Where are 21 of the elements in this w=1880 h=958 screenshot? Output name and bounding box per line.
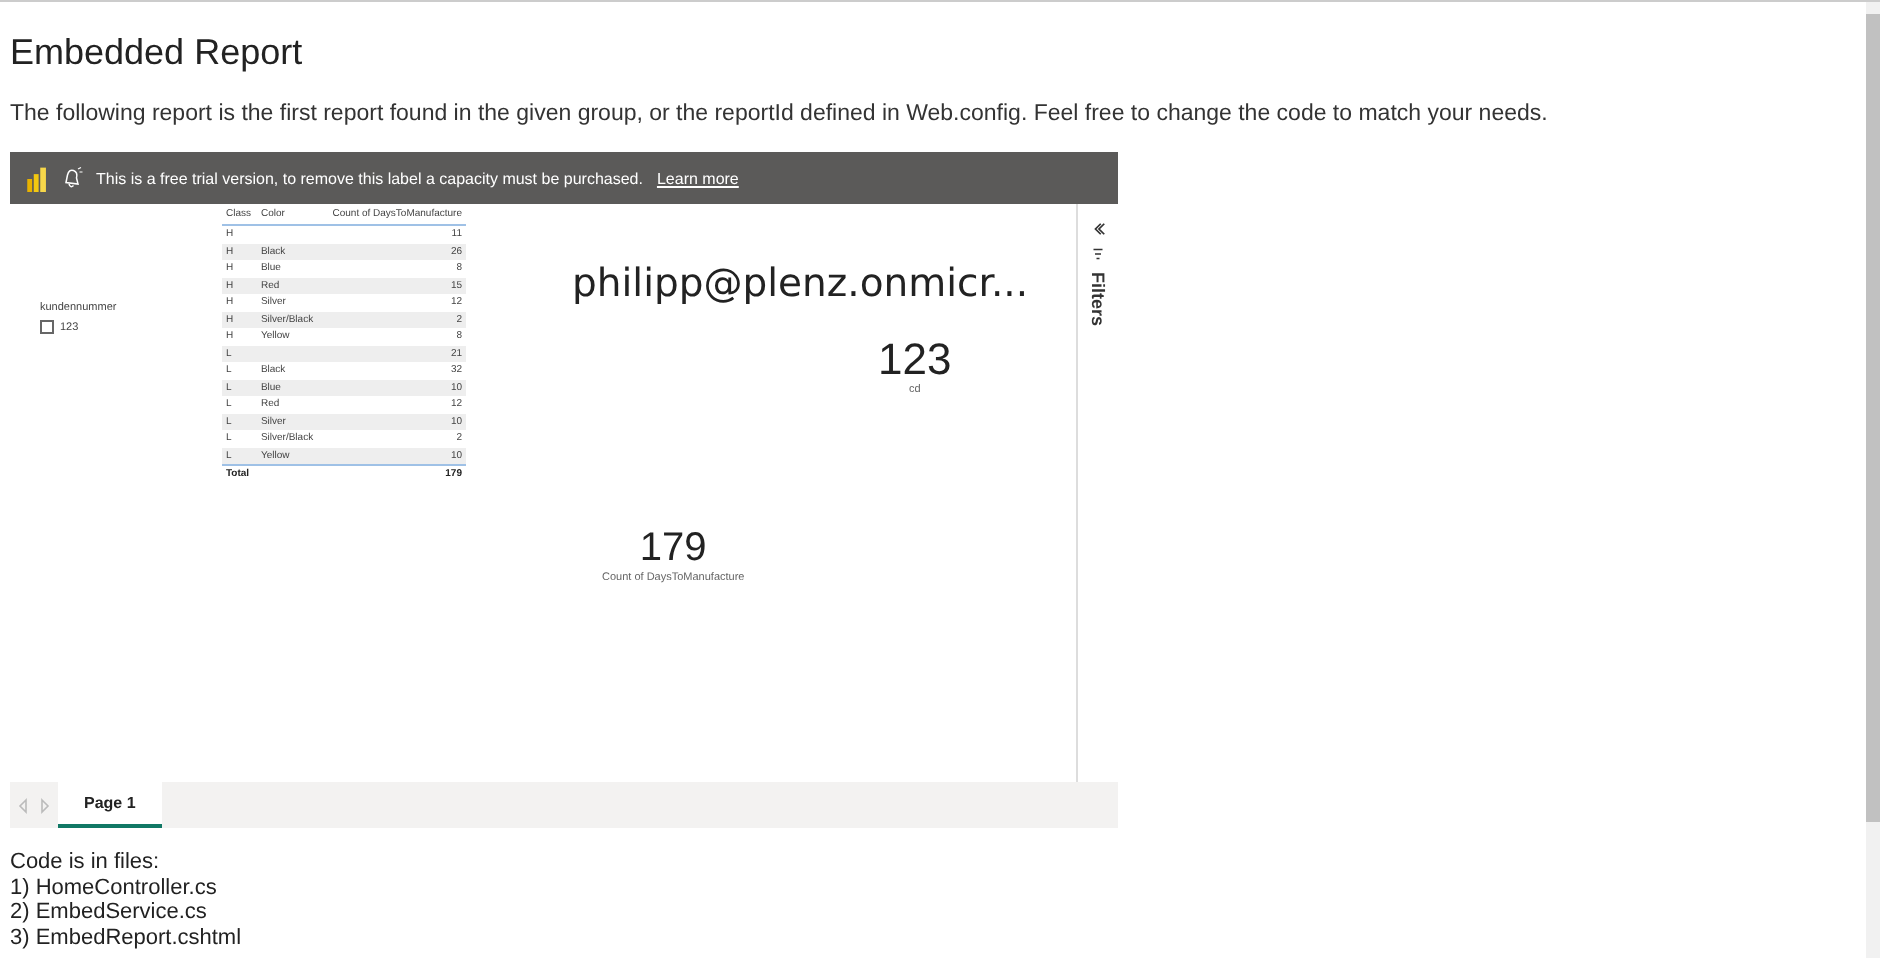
page-title: Embedded Report (10, 30, 305, 74)
collapse-icon[interactable] (1091, 222, 1105, 236)
scrollbar[interactable] (1866, 2, 1880, 958)
footer-text: 3) EmbedReport.cshtml (10, 925, 244, 950)
banner-message: This is a free trial version, to remove this label a capacity must be purchased. (96, 169, 643, 187)
footer-text: 2) EmbedService.cs (10, 900, 209, 925)
filter-icon (1092, 248, 1104, 260)
chart-logo-icon (26, 165, 48, 191)
card-value: philipp@plenz.onmicr... (572, 260, 1029, 306)
footer-text: 1) HomeController.cs (10, 875, 219, 900)
bell-icon (60, 166, 84, 190)
intro-text: The following report is the first report found in the given group, or the reportId defined in Web.config. Feel free to change the code to match your needs. (10, 100, 1550, 128)
footer-text: Code is in files: (10, 850, 162, 875)
card-value: 179 (637, 524, 709, 572)
next-page-icon[interactable] (38, 797, 50, 813)
card-value: 123 (878, 336, 952, 384)
previous-page-icon[interactable] (18, 797, 30, 813)
learn-more-link[interactable]: Learn more (656, 169, 739, 187)
page-tab[interactable]: Page 1 (58, 782, 162, 828)
checkbox[interactable] (40, 320, 54, 334)
filters-label[interactable]: Filters (1088, 272, 1108, 327)
